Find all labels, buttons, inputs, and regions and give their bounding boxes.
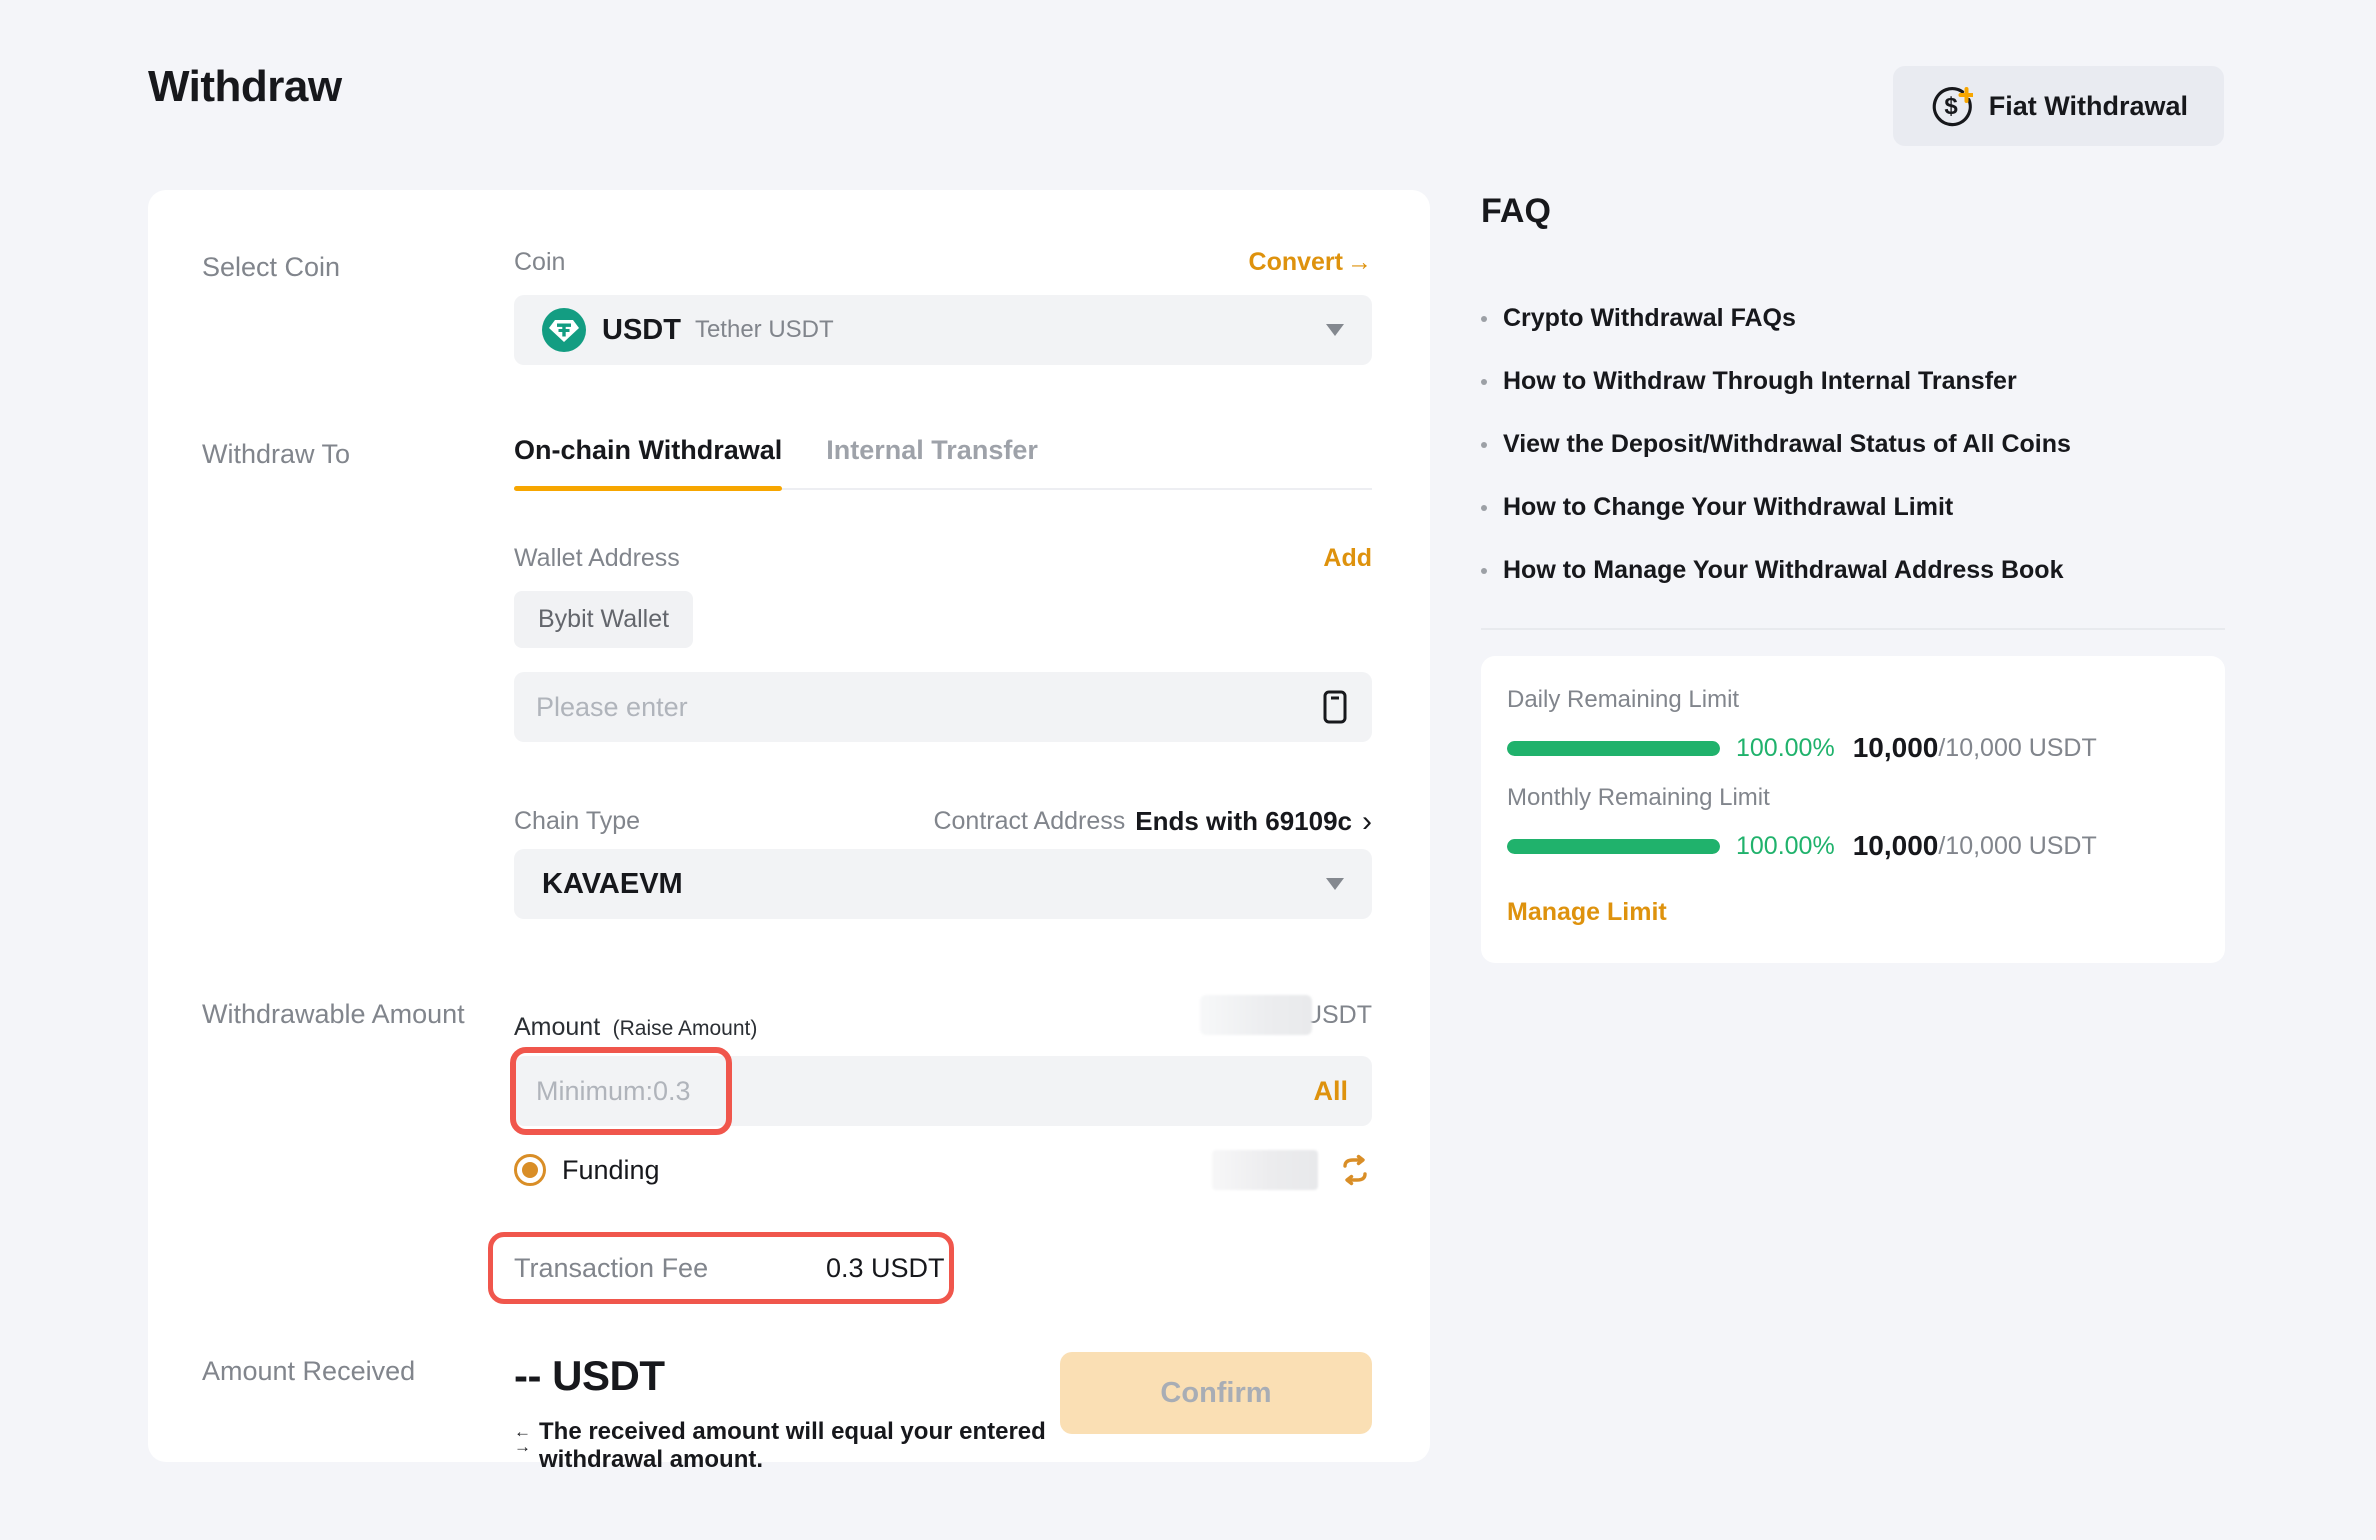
monthly-limit-row: 100.00% 10,000 /10,000 USDT [1507,830,2199,862]
wallet-address-input-wrap [514,672,1372,742]
wallet-address-input[interactable] [536,692,1322,723]
withdrawable-amount-section-label: Withdrawable Amount [202,995,514,1304]
confirm-button[interactable]: Confirm [1060,1352,1372,1434]
amount-received-value: -- USDT [514,1352,1054,1400]
masked-available-value [1200,995,1312,1035]
convert-link[interactable]: Convert→ [1249,248,1372,277]
transaction-fee-row: Transaction Fee 0.3 USDT [514,1232,1372,1304]
withdraw-to-section: Withdraw To On-chain Withdrawal Internal… [202,435,1372,919]
page-title: Withdraw [148,62,342,112]
transaction-fee-label: Transaction Fee [514,1253,826,1284]
available-amount: USDT [1200,995,1372,1035]
address-book-icon[interactable] [1322,690,1348,724]
amount-field-label: Amount [514,1013,600,1041]
faq-item[interactable]: View the Deposit/Withdrawal Status of Al… [1481,413,2225,476]
fiat-withdrawal-button[interactable]: $ Fiat Withdrawal [1893,66,2224,146]
funding-radio[interactable] [514,1154,546,1186]
refresh-icon[interactable] [1338,1153,1372,1187]
select-coin-section-label: Select Coin [202,248,514,365]
amount-section: Withdrawable Amount Amount (Raise Amount… [202,995,1372,1304]
amount-input[interactable] [536,1076,1313,1107]
coin-select[interactable]: USDT Tether USDT [514,295,1372,365]
bullet-icon [1481,505,1487,511]
divider [1481,628,2225,630]
amount-received-section: Amount Received -- USDT ←→ The received … [202,1352,1372,1473]
transaction-fee-highlight: Transaction Fee 0.3 USDT [488,1232,954,1304]
daily-limit-percent: 100.00% [1736,734,1835,763]
manage-limit-link[interactable]: Manage Limit [1507,898,1667,927]
chevron-down-icon [1326,324,1344,336]
masked-funding-balance [1212,1150,1318,1190]
amount-field-sublabel: (Raise Amount) [613,1017,758,1040]
daily-limit-value: 10,000 [1853,732,1939,764]
chain-type-value: KAVAEVM [542,868,683,901]
funding-radio-label: Funding [562,1155,660,1186]
coin-name: Tether USDT [695,316,834,344]
transfer-arrows-icon: ←→ [514,1418,531,1473]
faq-item[interactable]: How to Manage Your Withdrawal Address Bo… [1481,539,2225,602]
withdrawal-limits-card: Daily Remaining Limit 100.00% 10,000 /10… [1481,656,2225,963]
faq-item[interactable]: How to Withdraw Through Internal Transfe… [1481,350,2225,413]
monthly-limit-percent: 100.00% [1736,832,1835,861]
faq-item[interactable]: Crypto Withdrawal FAQs [1481,287,2225,350]
monthly-limit-label: Monthly Remaining Limit [1507,784,2199,812]
monthly-limit-total: /10,000 USDT [1938,832,2096,861]
coin-field-label: Coin [514,248,565,277]
wallet-address-label: Wallet Address [514,544,680,573]
bullet-icon [1481,442,1487,448]
svg-text:$: $ [1944,93,1958,120]
daily-limit-progress-bar [1507,741,1720,756]
amount-received-note: ←→ The received amount will equal your e… [514,1418,1054,1473]
faq-title: FAQ [1481,192,2225,231]
tab-onchain-withdrawal[interactable]: On-chain Withdrawal [514,435,782,488]
bullet-icon [1481,568,1487,574]
faq-list: Crypto Withdrawal FAQs How to Withdraw T… [1481,287,2225,602]
faq-panel: FAQ Crypto Withdrawal FAQs How to Withdr… [1481,192,2225,963]
transaction-fee-value: 0.3 USDT [826,1253,945,1284]
tab-internal-transfer[interactable]: Internal Transfer [826,435,1038,488]
chain-type-select[interactable]: KAVAEVM [514,849,1372,919]
withdraw-form-card: Select Coin Coin Convert→ [148,190,1430,1462]
daily-limit-row: 100.00% 10,000 /10,000 USDT [1507,732,2199,764]
bullet-icon [1481,316,1487,322]
withdraw-method-tabs: On-chain Withdrawal Internal Transfer [514,435,1372,490]
all-amount-link[interactable]: All [1313,1076,1348,1107]
tether-icon [542,308,586,352]
amount-input-wrap: All [514,1056,1372,1126]
faq-item[interactable]: How to Change Your Withdrawal Limit [1481,476,2225,539]
coin-symbol: USDT [602,314,681,347]
dollar-circle-plus-icon: $ [1929,84,1973,128]
select-coin-section: Select Coin Coin Convert→ [202,248,1372,365]
amount-received-label: Amount Received [202,1352,514,1387]
daily-limit-label: Daily Remaining Limit [1507,686,2199,714]
chevron-down-icon [1326,878,1344,890]
monthly-limit-value: 10,000 [1853,830,1939,862]
arrow-right-icon: → [1347,248,1372,277]
add-address-link[interactable]: Add [1323,544,1372,573]
bullet-icon [1481,379,1487,385]
daily-limit-total: /10,000 USDT [1938,734,2096,763]
saved-wallet-chip[interactable]: Bybit Wallet [514,591,693,648]
monthly-limit-progress-bar [1507,839,1720,854]
contract-address-link[interactable]: Contract Address Ends with 69109c › [933,806,1372,837]
fiat-withdrawal-label: Fiat Withdrawal [1989,91,2188,122]
withdraw-to-section-label: Withdraw To [202,435,514,919]
chevron-right-icon: › [1362,807,1372,837]
chain-type-label: Chain Type [514,807,640,836]
